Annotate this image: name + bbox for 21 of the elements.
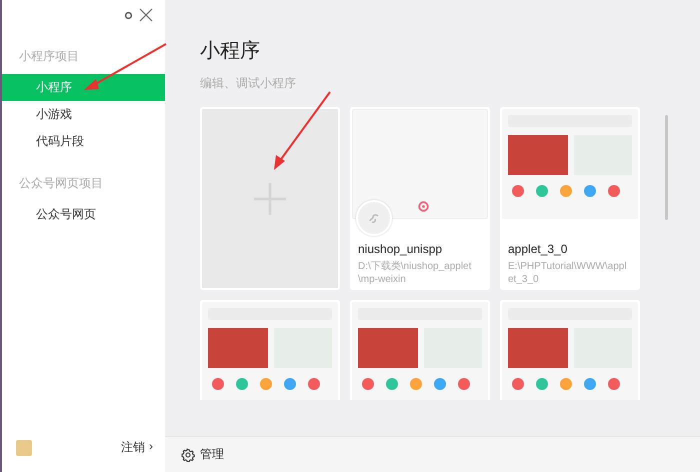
close-icon[interactable] bbox=[139, 8, 153, 22]
scrollbar-thumb[interactable] bbox=[665, 115, 668, 220]
manage-button[interactable]: 管理 bbox=[181, 446, 224, 463]
project-name: applet_3_0 bbox=[508, 242, 568, 256]
sidebar-item[interactable]: 代码片段 bbox=[2, 128, 165, 155]
app-logo-icon bbox=[356, 200, 392, 236]
sidebar-item[interactable]: 公众号网页 bbox=[2, 201, 165, 228]
gear-icon bbox=[181, 448, 195, 462]
settings-icon[interactable] bbox=[124, 10, 133, 20]
project-card[interactable]: applet_3_0 E:\PHPTutorial\WWW\applet_3_0 bbox=[500, 107, 640, 290]
page-subtitle: 编辑、调试小程序 bbox=[200, 76, 297, 90]
logout-button[interactable]: 注销 › bbox=[121, 439, 153, 456]
avatar-icon bbox=[16, 440, 32, 456]
page-title: 小程序 bbox=[200, 39, 261, 64]
section-heading: 小程序项目 bbox=[18, 48, 80, 64]
project-card[interactable]: niushop_unispp D:\下载类\niushop_applet\mp-weixin bbox=[350, 107, 490, 290]
project-path: D:\下载类\niushop_applet\mp-weixin bbox=[358, 260, 472, 286]
project-name: niushop_unispp bbox=[358, 242, 444, 256]
sidebar-item[interactable]: 小游戏 bbox=[2, 101, 165, 128]
section-heading: 公众号网页项目 bbox=[18, 175, 104, 191]
project-path: E:\PHPTutorial\WWW\applet_3_0 bbox=[508, 260, 628, 286]
